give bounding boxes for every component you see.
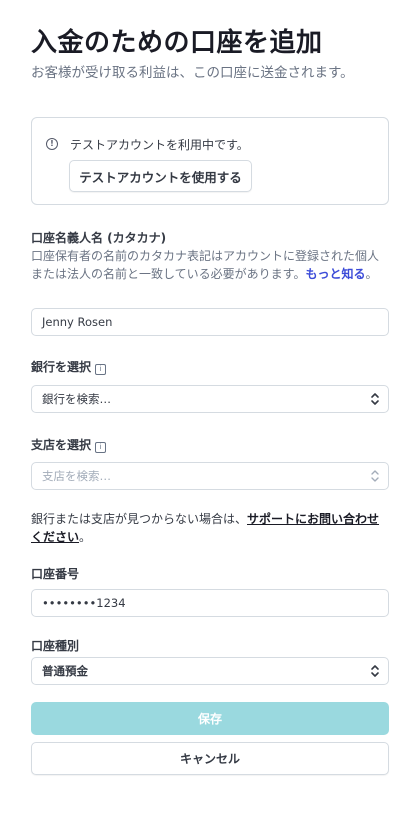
account-holder-input[interactable]: Jenny Rosen bbox=[31, 308, 389, 336]
test-account-message: テストアカウントを利用中です。 bbox=[70, 138, 249, 152]
branch-label: 支店を選択 bbox=[31, 438, 92, 452]
bank-label: 銀行を選択 bbox=[31, 360, 92, 374]
save-button[interactable]: 保存 bbox=[31, 702, 389, 735]
page-title: 入金のための口座を追加 bbox=[31, 28, 323, 58]
support-message: 銀行または支店が見つからない場合は、サポートにお問い合わせください。 bbox=[31, 510, 386, 546]
chevron-up-down-icon bbox=[371, 665, 379, 677]
learn-more-link[interactable]: もっと知る bbox=[305, 267, 365, 281]
bank-label-row: 銀行を選択 i bbox=[31, 358, 107, 375]
bank-select-placeholder: 銀行を検索… bbox=[42, 392, 111, 406]
account-number-input[interactable]: ••••••••1234 bbox=[31, 589, 389, 617]
test-account-notice: ! テストアカウントを利用中です。 テストアカウントを使用する bbox=[31, 117, 389, 205]
branch-help-icon[interactable]: i bbox=[95, 442, 107, 453]
chevron-up-down-icon bbox=[371, 470, 379, 482]
account-number-label: 口座番号 bbox=[31, 567, 80, 581]
page-subtitle: お客様が受け取る利益は、この口座に送金されます。 bbox=[31, 65, 354, 81]
account-type-value: 普通預金 bbox=[42, 664, 88, 678]
account-type-select[interactable]: 普通預金 bbox=[31, 657, 389, 685]
account-holder-label: 口座名義人名 (カタカナ) bbox=[31, 231, 167, 245]
account-holder-hint: 口座保有者の名前のカタカナ表記はアカウントに登録された個人または法人の名前と一致… bbox=[31, 247, 386, 283]
support-text: 銀行または支店が見つからない場合は、 bbox=[31, 512, 248, 526]
bank-select[interactable]: 銀行を検索… bbox=[31, 385, 389, 413]
add-bank-account-form: 入金のための口座を追加 お客様が受け取る利益は、この口座に送金されます。 ! テ… bbox=[0, 0, 420, 822]
cancel-button[interactable]: キャンセル bbox=[31, 742, 389, 775]
bank-help-icon[interactable]: i bbox=[95, 364, 107, 375]
branch-label-row: 支店を選択 i bbox=[31, 436, 107, 453]
account-holder-hint-suffix: 。 bbox=[365, 267, 378, 281]
branch-select-placeholder: 支店を検索… bbox=[42, 469, 111, 483]
use-test-account-button[interactable]: テストアカウントを使用する bbox=[69, 160, 252, 192]
account-type-label: 口座種別 bbox=[31, 639, 80, 653]
chevron-up-down-icon bbox=[371, 393, 379, 405]
branch-select[interactable]: 支店を検索… bbox=[31, 462, 389, 490]
info-circle-icon: ! bbox=[46, 138, 58, 150]
support-suffix: 。 bbox=[79, 530, 92, 544]
